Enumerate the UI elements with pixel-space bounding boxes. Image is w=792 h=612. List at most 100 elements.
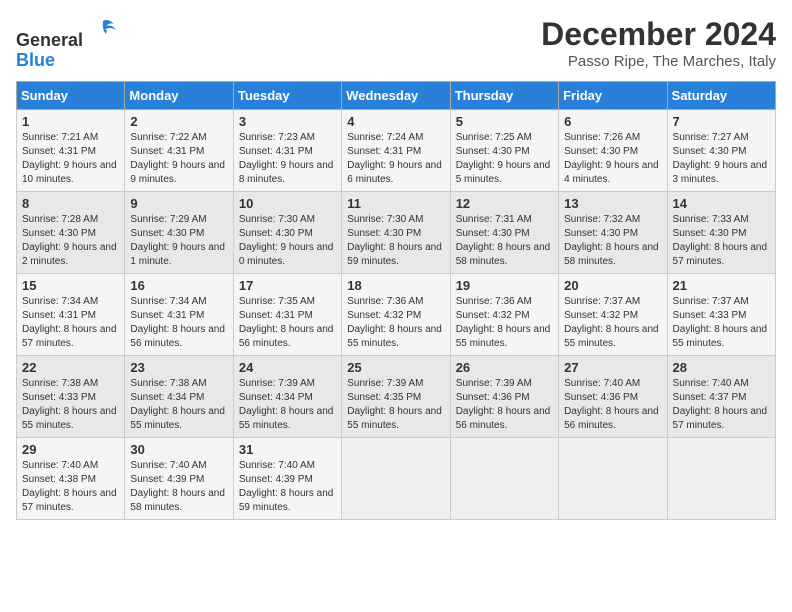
day-number: 26 [456,360,553,375]
cell-info: Sunrise: 7:27 AMSunset: 4:30 PMDaylight:… [673,132,768,185]
calendar-cell: 28 Sunrise: 7:40 AMSunset: 4:37 PMDaylig… [667,356,775,438]
cell-info: Sunrise: 7:24 AMSunset: 4:31 PMDaylight:… [347,132,442,185]
weekday-header-tuesday: Tuesday [233,82,341,110]
cell-info: Sunrise: 7:35 AMSunset: 4:31 PMDaylight:… [239,296,334,349]
calendar-cell: 18 Sunrise: 7:36 AMSunset: 4:32 PMDaylig… [342,274,450,356]
calendar-cell: 24 Sunrise: 7:39 AMSunset: 4:34 PMDaylig… [233,356,341,438]
cell-info: Sunrise: 7:39 AMSunset: 4:35 PMDaylight:… [347,378,442,431]
day-number: 8 [22,196,119,211]
cell-info: Sunrise: 7:30 AMSunset: 4:30 PMDaylight:… [239,214,334,267]
cell-info: Sunrise: 7:40 AMSunset: 4:38 PMDaylight:… [22,460,117,513]
weekday-header-friday: Friday [559,82,667,110]
cell-info: Sunrise: 7:29 AMSunset: 4:30 PMDaylight:… [130,214,225,267]
header: General Blue December 2024 Passo Ripe, T… [16,16,776,71]
day-number: 24 [239,360,336,375]
day-number: 28 [673,360,770,375]
cell-info: Sunrise: 7:32 AMSunset: 4:30 PMDaylight:… [564,214,659,267]
day-number: 5 [456,114,553,129]
calendar-cell: 27 Sunrise: 7:40 AMSunset: 4:36 PMDaylig… [559,356,667,438]
day-number: 22 [22,360,119,375]
calendar-week-5: 29 Sunrise: 7:40 AMSunset: 4:38 PMDaylig… [17,438,776,520]
day-number: 31 [239,442,336,457]
calendar: SundayMondayTuesdayWednesdayThursdayFrid… [16,81,776,520]
calendar-week-4: 22 Sunrise: 7:38 AMSunset: 4:33 PMDaylig… [17,356,776,438]
calendar-cell: 19 Sunrise: 7:36 AMSunset: 4:32 PMDaylig… [450,274,558,356]
logo: General Blue [16,16,118,71]
calendar-cell: 16 Sunrise: 7:34 AMSunset: 4:31 PMDaylig… [125,274,233,356]
calendar-cell: 11 Sunrise: 7:30 AMSunset: 4:30 PMDaylig… [342,192,450,274]
weekday-header-thursday: Thursday [450,82,558,110]
cell-info: Sunrise: 7:25 AMSunset: 4:30 PMDaylight:… [456,132,551,185]
day-number: 2 [130,114,227,129]
logo-bird-icon [88,16,118,46]
calendar-week-1: 1 Sunrise: 7:21 AMSunset: 4:31 PMDayligh… [17,110,776,192]
day-number: 20 [564,278,661,293]
day-number: 16 [130,278,227,293]
day-number: 27 [564,360,661,375]
calendar-cell: 4 Sunrise: 7:24 AMSunset: 4:31 PMDayligh… [342,110,450,192]
cell-info: Sunrise: 7:39 AMSunset: 4:34 PMDaylight:… [239,378,334,431]
weekday-header-saturday: Saturday [667,82,775,110]
day-number: 7 [673,114,770,129]
calendar-cell: 5 Sunrise: 7:25 AMSunset: 4:30 PMDayligh… [450,110,558,192]
cell-info: Sunrise: 7:40 AMSunset: 4:37 PMDaylight:… [673,378,768,431]
cell-info: Sunrise: 7:31 AMSunset: 4:30 PMDaylight:… [456,214,551,267]
calendar-cell: 6 Sunrise: 7:26 AMSunset: 4:30 PMDayligh… [559,110,667,192]
day-number: 17 [239,278,336,293]
cell-info: Sunrise: 7:26 AMSunset: 4:30 PMDaylight:… [564,132,659,185]
calendar-week-3: 15 Sunrise: 7:34 AMSunset: 4:31 PMDaylig… [17,274,776,356]
title-area: December 2024 Passo Ripe, The Marches, I… [541,16,776,70]
weekday-header-monday: Monday [125,82,233,110]
day-number: 4 [347,114,444,129]
main-title: December 2024 [541,16,776,53]
weekday-header-sunday: Sunday [17,82,125,110]
day-number: 29 [22,442,119,457]
cell-info: Sunrise: 7:34 AMSunset: 4:31 PMDaylight:… [130,296,225,349]
day-number: 15 [22,278,119,293]
calendar-cell: 14 Sunrise: 7:33 AMSunset: 4:30 PMDaylig… [667,192,775,274]
calendar-cell: 3 Sunrise: 7:23 AMSunset: 4:31 PMDayligh… [233,110,341,192]
calendar-cell [667,438,775,520]
day-number: 9 [130,196,227,211]
day-number: 23 [130,360,227,375]
cell-info: Sunrise: 7:28 AMSunset: 4:30 PMDaylight:… [22,214,117,267]
calendar-cell: 29 Sunrise: 7:40 AMSunset: 4:38 PMDaylig… [17,438,125,520]
logo-general: General [16,30,83,50]
calendar-cell: 15 Sunrise: 7:34 AMSunset: 4:31 PMDaylig… [17,274,125,356]
calendar-cell: 8 Sunrise: 7:28 AMSunset: 4:30 PMDayligh… [17,192,125,274]
cell-info: Sunrise: 7:37 AMSunset: 4:33 PMDaylight:… [673,296,768,349]
cell-info: Sunrise: 7:34 AMSunset: 4:31 PMDaylight:… [22,296,117,349]
day-number: 3 [239,114,336,129]
cell-info: Sunrise: 7:23 AMSunset: 4:31 PMDaylight:… [239,132,334,185]
calendar-cell: 25 Sunrise: 7:39 AMSunset: 4:35 PMDaylig… [342,356,450,438]
calendar-cell: 30 Sunrise: 7:40 AMSunset: 4:39 PMDaylig… [125,438,233,520]
cell-info: Sunrise: 7:21 AMSunset: 4:31 PMDaylight:… [22,132,117,185]
calendar-cell: 31 Sunrise: 7:40 AMSunset: 4:39 PMDaylig… [233,438,341,520]
calendar-cell [342,438,450,520]
day-number: 25 [347,360,444,375]
cell-info: Sunrise: 7:40 AMSunset: 4:39 PMDaylight:… [239,460,334,513]
day-number: 21 [673,278,770,293]
subtitle: Passo Ripe, The Marches, Italy [541,53,776,70]
day-number: 13 [564,196,661,211]
calendar-cell: 2 Sunrise: 7:22 AMSunset: 4:31 PMDayligh… [125,110,233,192]
cell-info: Sunrise: 7:40 AMSunset: 4:39 PMDaylight:… [130,460,225,513]
calendar-cell: 10 Sunrise: 7:30 AMSunset: 4:30 PMDaylig… [233,192,341,274]
day-number: 10 [239,196,336,211]
calendar-cell: 20 Sunrise: 7:37 AMSunset: 4:32 PMDaylig… [559,274,667,356]
calendar-cell: 21 Sunrise: 7:37 AMSunset: 4:33 PMDaylig… [667,274,775,356]
cell-info: Sunrise: 7:36 AMSunset: 4:32 PMDaylight:… [456,296,551,349]
cell-info: Sunrise: 7:38 AMSunset: 4:34 PMDaylight:… [130,378,225,431]
calendar-cell: 7 Sunrise: 7:27 AMSunset: 4:30 PMDayligh… [667,110,775,192]
calendar-cell: 1 Sunrise: 7:21 AMSunset: 4:31 PMDayligh… [17,110,125,192]
calendar-cell: 23 Sunrise: 7:38 AMSunset: 4:34 PMDaylig… [125,356,233,438]
calendar-cell [450,438,558,520]
day-number: 14 [673,196,770,211]
logo-text: General Blue [16,16,118,71]
calendar-cell [559,438,667,520]
weekday-header-wednesday: Wednesday [342,82,450,110]
cell-info: Sunrise: 7:36 AMSunset: 4:32 PMDaylight:… [347,296,442,349]
calendar-cell: 12 Sunrise: 7:31 AMSunset: 4:30 PMDaylig… [450,192,558,274]
calendar-cell: 17 Sunrise: 7:35 AMSunset: 4:31 PMDaylig… [233,274,341,356]
day-number: 30 [130,442,227,457]
